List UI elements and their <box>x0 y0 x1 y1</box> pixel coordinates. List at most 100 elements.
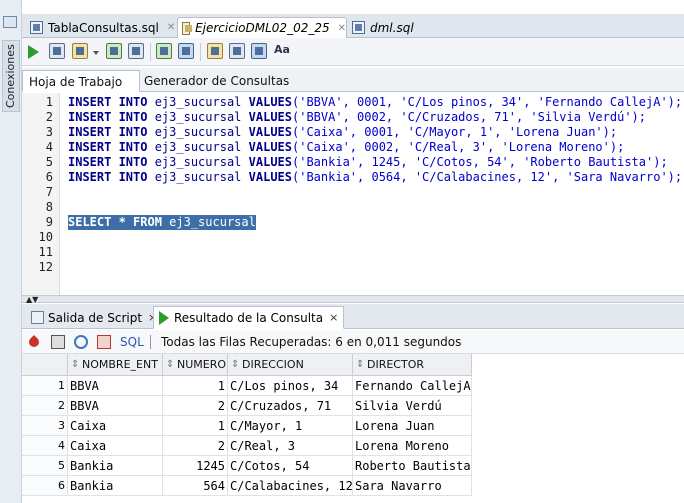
line-number: 11 <box>38 245 53 259</box>
cell-nombre-ent[interactable]: BBVA <box>68 376 163 396</box>
table-row[interactable]: 6 Bankia 564 C/Calabacines, 12 Sara Nava… <box>22 476 472 496</box>
line-number: 10 <box>38 230 53 244</box>
table-row[interactable]: 3 Caixa 1 C/Mayor, 1 Lorena Juan <box>22 416 472 436</box>
tab-label: Salida de Script <box>48 310 143 325</box>
commit-icon[interactable] <box>156 43 172 59</box>
cell-numero[interactable]: 1 <box>163 416 228 436</box>
tab-ejercicio-dml[interactable]: EjercicioDML02_02_25 ✕ <box>177 17 347 38</box>
sql-link[interactable]: SQL <box>120 335 144 349</box>
cell-nombre-ent[interactable]: BBVA <box>68 396 163 416</box>
cell-direccion[interactable]: C/Los pinos, 34 <box>228 376 353 396</box>
run-statement-icon[interactable] <box>28 45 39 59</box>
pin-icon[interactable] <box>26 334 42 350</box>
sql-keyword: VALUES <box>248 155 292 169</box>
cell-director[interactable]: Lorena Juan <box>353 416 472 436</box>
sql-keyword: VALUES <box>248 140 292 154</box>
tab-label: Resultado de la Consulta <box>174 310 324 325</box>
line-number: 9 <box>45 215 53 229</box>
column-header-numero[interactable]: NUMERO <box>163 354 228 376</box>
print-icon[interactable] <box>51 335 65 349</box>
row-number: 5 <box>22 456 68 476</box>
pane-splitter[interactable]: ▲▼ <box>22 295 684 304</box>
table-name: ej3_sucursal <box>147 110 249 124</box>
sql-editor[interactable]: 1 2 3 4 5 6 7 8 9 10 11 12 INSERT INTO e… <box>22 93 684 295</box>
rollback-icon[interactable] <box>178 43 194 59</box>
cell-numero[interactable]: 564 <box>163 476 228 496</box>
tab-generador-de-consultas[interactable]: Generador de Consultas <box>138 70 295 92</box>
table-name: ej3_sucursal <box>147 170 249 184</box>
sql-keyword: INSERT INTO <box>68 125 148 139</box>
cell-director[interactable]: Silvia Verdú <box>353 396 472 416</box>
result-grid[interactable]: NOMBRE_ENT NUMERO DIRECCION DIRECTOR 1 B… <box>22 354 472 503</box>
cell-nombre-ent[interactable]: Bankia <box>68 456 163 476</box>
line-number: 12 <box>38 260 53 274</box>
connections-tab[interactable]: Conexiones <box>2 40 20 112</box>
row-number: 1 <box>22 376 68 396</box>
side-panel-strip: Conexiones <box>0 0 22 503</box>
cell-director[interactable]: Fernando CallejA <box>353 376 472 396</box>
values-list: ('BBVA', 0001, 'C/Los pinos, 34', 'Ferna… <box>292 95 683 109</box>
run-result-icon <box>159 310 169 325</box>
run-script-icon[interactable] <box>49 43 65 59</box>
sql-keyword: VALUES <box>248 170 292 184</box>
table-row[interactable]: 4 Caixa 2 C/Real, 3 Lorena Moreno <box>22 436 472 456</box>
row-number: 3 <box>22 416 68 436</box>
chevron-down-icon[interactable] <box>93 51 99 55</box>
cell-nombre-ent[interactable]: Caixa <box>68 416 163 436</box>
sql-keyword: INSERT INTO <box>68 140 148 154</box>
cell-direccion[interactable]: C/Mayor, 1 <box>228 416 353 436</box>
column-header-direccion[interactable]: DIRECCION <box>228 354 353 376</box>
cell-nombre-ent[interactable]: Bankia <box>68 476 163 496</box>
line-number: 5 <box>45 155 53 169</box>
cell-nombre-ent[interactable]: Caixa <box>68 436 163 456</box>
cell-director[interactable]: Roberto Bautista <box>353 456 472 476</box>
row-number: 2 <box>22 396 68 416</box>
cancel-query-icon[interactable] <box>97 335 111 349</box>
table-row[interactable]: 5 Bankia 1245 C/Cotos, 54 Roberto Bautis… <box>22 456 472 476</box>
cell-numero[interactable]: 2 <box>163 396 228 416</box>
tab-resultado-de-la-consulta[interactable]: Resultado de la Consulta × <box>153 306 345 329</box>
history-icon[interactable] <box>251 43 267 59</box>
refresh-icon[interactable] <box>74 335 88 349</box>
values-list: ('Bankia', 0564, 'C/Calabacines, 12', 'S… <box>292 170 683 184</box>
worksheet-subtabs: Hoja de Trabajo Generador de Consultas <box>22 68 684 92</box>
column-header-nombre-ent[interactable]: NOMBRE_ENT <box>68 354 163 376</box>
sql-keyword: INSERT INTO <box>68 110 148 124</box>
window-icon[interactable] <box>3 16 17 28</box>
tab-tabla-consultas[interactable]: TablaConsultas.sql ✕ <box>26 17 175 38</box>
cell-direccion[interactable]: C/Real, 3 <box>228 436 353 456</box>
format-case-icon[interactable]: Aa <box>274 43 290 56</box>
cell-numero[interactable]: 2 <box>163 436 228 456</box>
toolbar-divider <box>200 43 201 61</box>
tab-hoja-de-trabajo[interactable]: Hoja de Trabajo <box>22 70 140 92</box>
cell-director[interactable]: Sara Navarro <box>353 476 472 496</box>
cell-direccion[interactable]: C/Calabacines, 12 <box>228 476 353 496</box>
sql-tuning-icon[interactable] <box>128 43 144 59</box>
script-output-icon <box>31 311 44 324</box>
explain-plan-icon[interactable] <box>106 43 122 59</box>
tab-label: dml.sql <box>370 20 414 35</box>
cell-direccion[interactable]: C/Cotos, 54 <box>228 456 353 476</box>
sql-file-icon <box>352 21 365 34</box>
tab-dml-sql[interactable]: dml.sql <box>348 17 414 38</box>
column-header-director[interactable]: DIRECTOR <box>353 354 472 376</box>
toolbar-divider <box>150 43 151 61</box>
eraser-icon[interactable] <box>229 43 245 59</box>
line-number: 3 <box>45 125 53 139</box>
cell-direccion[interactable]: C/Cruzados, 71 <box>228 396 353 416</box>
table-row[interactable]: 2 BBVA 2 C/Cruzados, 71 Silvia Verdú <box>22 396 472 416</box>
cell-numero[interactable]: 1 <box>163 376 228 396</box>
values-list: ('BBVA', 0002, 'C/Cruzados, 71', 'Silvia… <box>292 110 647 124</box>
tab-salida-de-script[interactable]: Salida de Script × <box>26 306 162 329</box>
table-name: ej3_sucursal <box>147 155 249 169</box>
unshared-sql-icon[interactable] <box>207 43 223 59</box>
close-icon[interactable]: × <box>329 311 338 324</box>
cell-numero[interactable]: 1245 <box>163 456 228 476</box>
close-icon[interactable]: ✕ <box>338 23 346 34</box>
table-row[interactable]: 1 BBVA 1 C/Los pinos, 34 Fernando Callej… <box>22 376 472 396</box>
close-icon[interactable]: ✕ <box>167 22 175 33</box>
cell-director[interactable]: Lorena Moreno <box>353 436 472 456</box>
collapse-arrows-icon[interactable]: ▲▼ <box>26 296 38 304</box>
code-line-select-selected: SELECT * FROM ej3_sucursal <box>68 215 256 230</box>
autotrace-icon[interactable] <box>72 43 88 59</box>
